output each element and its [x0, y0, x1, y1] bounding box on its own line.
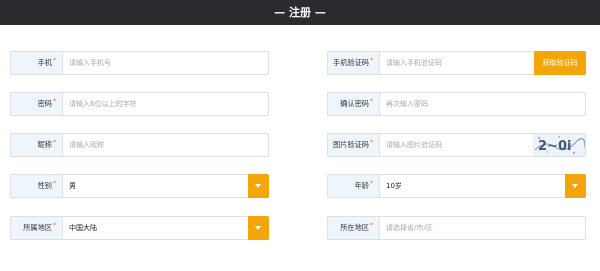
gender-dropdown-button[interactable]: [248, 174, 269, 198]
phone-code-field[interactable]: 手机验证码* 请输入手机验证码 获取验证码: [327, 51, 586, 75]
required-mark: *: [370, 180, 373, 187]
image-code-field[interactable]: 图片验证码* 请输入图片验证码 2~0i: [327, 133, 586, 157]
confirm-password-label: 确认密码*: [328, 93, 380, 115]
required-mark: *: [370, 57, 373, 64]
required-mark: *: [53, 139, 56, 146]
region-label: 所属地区*: [11, 217, 63, 239]
gender-label: 性别*: [11, 175, 63, 197]
required-mark: *: [53, 57, 56, 64]
age-dropdown-button[interactable]: [565, 174, 586, 198]
phone-input[interactable]: 请输入手机号: [69, 52, 111, 74]
location-input[interactable]: 请选择省/市/区: [386, 217, 433, 239]
confirm-password-input[interactable]: 再次输入密码: [386, 93, 428, 115]
phone-code-label: 手机验证码*: [328, 52, 380, 74]
region-dropdown-button[interactable]: [248, 216, 269, 240]
nickname-input[interactable]: 请输入昵称: [69, 134, 104, 156]
region-value[interactable]: 中国大陆: [69, 217, 97, 239]
phone-field[interactable]: 手机* 请输入手机号: [10, 51, 269, 75]
password-field[interactable]: 密码* 请输入6位以上的字符: [10, 92, 269, 116]
region-select[interactable]: 所属地区* 中国大陆: [10, 216, 269, 240]
password-label: 密码*: [11, 93, 63, 115]
password-input[interactable]: 请输入6位以上的字符: [69, 93, 136, 115]
gender-value[interactable]: 男: [69, 175, 76, 197]
age-value[interactable]: 10岁: [386, 175, 402, 197]
nickname-label: 昵称*: [11, 134, 63, 156]
captcha-text: 2~0i: [538, 139, 571, 154]
page-title: — 注册 —: [274, 6, 326, 19]
required-mark: *: [53, 98, 56, 105]
confirm-password-field[interactable]: 确认密码* 再次输入密码: [327, 92, 586, 116]
image-code-label: 图片验证码*: [328, 134, 380, 156]
required-mark: *: [370, 139, 373, 146]
location-label: 所在地区*: [328, 217, 380, 239]
phone-code-input[interactable]: 请输入手机验证码: [386, 52, 442, 74]
age-label: 年龄*: [328, 175, 380, 197]
required-mark: *: [53, 180, 56, 187]
gender-select[interactable]: 性别* 男: [10, 174, 269, 198]
required-mark: *: [370, 222, 373, 229]
required-mark: *: [53, 222, 56, 229]
location-select[interactable]: 所在地区* 请选择省/市/区: [327, 216, 586, 240]
phone-label: 手机*: [11, 52, 63, 74]
age-select[interactable]: 年龄* 10岁: [327, 174, 586, 198]
captcha-image[interactable]: 2~0i: [533, 134, 585, 156]
required-mark: *: [370, 98, 373, 105]
image-code-input[interactable]: 请输入图片验证码: [386, 134, 442, 156]
page-header: — 注册 —: [0, 0, 600, 25]
get-code-button[interactable]: 获取验证码: [534, 51, 586, 75]
nickname-field[interactable]: 昵称* 请输入昵称: [10, 133, 269, 157]
